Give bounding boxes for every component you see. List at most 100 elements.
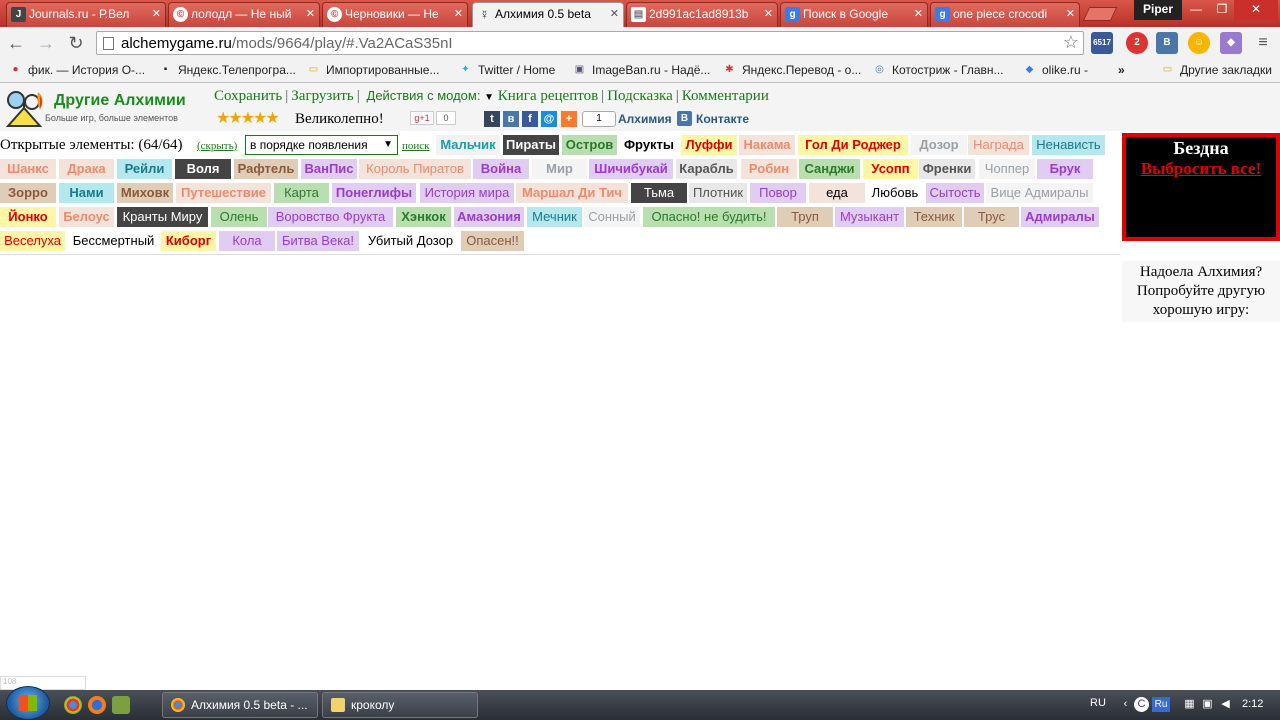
- element-chip[interactable]: Воровство Фрукта: [268, 207, 393, 227]
- element-chip[interactable]: Робин: [741, 159, 797, 179]
- bookmark-item[interactable]: ▣ ImageBan.ru - Надё...: [572, 63, 711, 77]
- element-chip[interactable]: Мир: [532, 159, 587, 179]
- element-chip[interactable]: Путешествие: [176, 183, 271, 203]
- element-chip[interactable]: Убитый Дозор: [361, 231, 460, 251]
- extension-badge[interactable]: 2: [1126, 32, 1148, 54]
- element-chip[interactable]: Воля: [175, 159, 231, 179]
- element-chip[interactable]: Чоппер: [979, 159, 1035, 179]
- tab-close-icon[interactable]: ✕: [1066, 3, 1075, 25]
- element-chip[interactable]: Гол Ди Роджер: [798, 135, 908, 155]
- alchemy-logo[interactable]: [2, 86, 48, 130]
- element-chip[interactable]: Понеглифы: [332, 183, 416, 203]
- element-chip[interactable]: Тьма: [631, 183, 687, 203]
- tab-google-search[interactable]: g Поиск в Google ✕: [780, 2, 928, 27]
- sort-order-select[interactable]: в порядке появления ▼: [245, 135, 398, 155]
- tab-file[interactable]: ▤ 2d991ac1ad8913b ✕: [626, 2, 778, 27]
- forward-button[interactable]: →: [36, 33, 56, 53]
- facebook-icon[interactable]: f: [522, 111, 538, 127]
- element-chip[interactable]: Карабль: [676, 159, 737, 179]
- comments-link[interactable]: Комментарии: [682, 88, 769, 104]
- element-chip[interactable]: Френки: [919, 159, 975, 179]
- element-chip[interactable]: Шанкс: [0, 159, 56, 179]
- element-chip[interactable]: Остров: [562, 135, 617, 155]
- hide-elements-link[interactable]: (скрыть): [197, 140, 237, 152]
- bookmark-star-icon[interactable]: ☆: [1063, 32, 1079, 53]
- element-chip[interactable]: Зорро: [0, 183, 56, 203]
- hint-link[interactable]: Подсказка: [607, 88, 673, 104]
- tab-close-icon[interactable]: ✕: [764, 3, 773, 25]
- extension-icon[interactable]: ◆: [1220, 32, 1242, 54]
- chrome-icon[interactable]: [64, 696, 82, 714]
- element-chip[interactable]: Киборг: [161, 231, 216, 251]
- element-chip[interactable]: Бессмертный: [68, 231, 159, 251]
- tab-drafts[interactable]: © Черновики — Не ✕: [322, 2, 468, 27]
- plus-share-icon[interactable]: +: [561, 111, 577, 127]
- element-chip[interactable]: Награда: [968, 135, 1029, 155]
- element-chip[interactable]: еда: [809, 183, 865, 203]
- element-chip[interactable]: Битва Века!: [277, 231, 359, 251]
- element-chip[interactable]: Пираты: [503, 135, 559, 155]
- firefox-icon[interactable]: [88, 696, 106, 714]
- element-chip[interactable]: Повор: [750, 183, 806, 203]
- tab-close-icon[interactable]: ✕: [152, 3, 161, 25]
- taskbar-task-alchemy[interactable]: Алхимия 0.5 beta - ...: [162, 692, 318, 718]
- element-chip[interactable]: Рафтель: [234, 159, 298, 179]
- rating-stars[interactable]: ★★★★★: [216, 110, 280, 127]
- alchemy-vk-link[interactable]: Алхимия: [618, 112, 672, 126]
- element-chip[interactable]: Санджи: [799, 159, 860, 179]
- app-icon[interactable]: [112, 696, 130, 714]
- element-chip[interactable]: Музыкант: [835, 207, 904, 227]
- element-chip[interactable]: Ненависть: [1032, 135, 1105, 155]
- other-bookmarks[interactable]: ▭ Другие закладки: [1160, 63, 1272, 77]
- element-chip[interactable]: Плотник: [689, 183, 747, 203]
- mod-actions-dropdown[interactable]: Действия с модом: ▼: [367, 88, 494, 103]
- tab-journals[interactable]: J Journals.ru - Р.Вел ✕: [6, 2, 166, 27]
- element-chip[interactable]: Сытость: [926, 183, 984, 203]
- element-chip[interactable]: Дозор: [911, 135, 967, 155]
- element-chip[interactable]: Фрукты: [620, 135, 678, 155]
- bookmark-item[interactable]: ▪ Яндекс.Телепрогра...: [158, 63, 296, 77]
- mail-icon[interactable]: @: [541, 111, 557, 127]
- element-chip[interactable]: Мечник: [527, 207, 582, 227]
- bookmark-item[interactable]: ✦ Twitter / Home: [458, 63, 555, 77]
- site-title[interactable]: Другие Алхимии: [54, 92, 186, 110]
- element-chip[interactable]: Кола: [219, 231, 275, 251]
- element-chip[interactable]: Йонко: [0, 207, 56, 227]
- reload-button[interactable]: ↻: [66, 33, 86, 53]
- element-chip[interactable]: Накама: [739, 135, 795, 155]
- address-bar[interactable]: alchemygame.ru/mods/9664/play/#.Va2ACaS3…: [96, 31, 1084, 55]
- element-chip[interactable]: Опасен!!: [461, 231, 524, 251]
- taskbar-task-folder[interactable]: кроколу: [322, 692, 478, 718]
- bookmarks-more-button[interactable]: »: [1118, 63, 1125, 77]
- load-link[interactable]: Загрузить: [291, 88, 353, 104]
- element-chip[interactable]: Труп: [777, 207, 833, 227]
- profile-name[interactable]: Piper: [1134, 0, 1182, 20]
- tab-one-piece[interactable]: g one piece crocodi ✕: [930, 2, 1080, 27]
- volume-icon[interactable]: ◀: [1218, 697, 1233, 712]
- element-chip[interactable]: Усопп: [863, 159, 918, 179]
- extension-counter[interactable]: 6517: [1091, 32, 1113, 54]
- smiley-extension-icon[interactable]: ☺: [1188, 32, 1210, 54]
- recipes-link[interactable]: Книга рецептов: [498, 88, 598, 104]
- element-chip[interactable]: Шичибукай: [589, 159, 673, 179]
- element-chip[interactable]: Маршал Ди Тич: [516, 183, 628, 203]
- language-indicator[interactable]: RU: [1090, 697, 1106, 709]
- bookmark-item[interactable]: ◆ olike.ru -: [1022, 63, 1088, 77]
- abyss-box[interactable]: Бездна Выбросить все!: [1122, 133, 1280, 241]
- element-chip[interactable]: Веселуха: [0, 231, 65, 251]
- bookmark-item[interactable]: ● фик. — История О-...: [8, 63, 145, 77]
- vk-extension-icon[interactable]: B: [1156, 32, 1178, 54]
- tray-app-icon[interactable]: C: [1134, 697, 1149, 712]
- tray-expand-icon[interactable]: ‹: [1118, 697, 1133, 712]
- element-chip[interactable]: Техник: [906, 207, 962, 227]
- vkontakte-link[interactable]: Контакте: [696, 112, 749, 126]
- element-chip[interactable]: Рейли: [117, 159, 172, 179]
- element-chip[interactable]: Адмиралы: [1021, 207, 1099, 227]
- element-chip[interactable]: Кранты Миру: [117, 207, 208, 227]
- tray-lang-badge[interactable]: Ru: [1152, 697, 1170, 712]
- tray-icon[interactable]: ▦: [1182, 697, 1197, 712]
- close-window-button[interactable]: ✕: [1234, 0, 1278, 20]
- element-chip[interactable]: Сонный: [584, 207, 640, 227]
- element-chip[interactable]: ВанПис: [301, 159, 357, 179]
- minimize-button[interactable]: —: [1182, 0, 1210, 20]
